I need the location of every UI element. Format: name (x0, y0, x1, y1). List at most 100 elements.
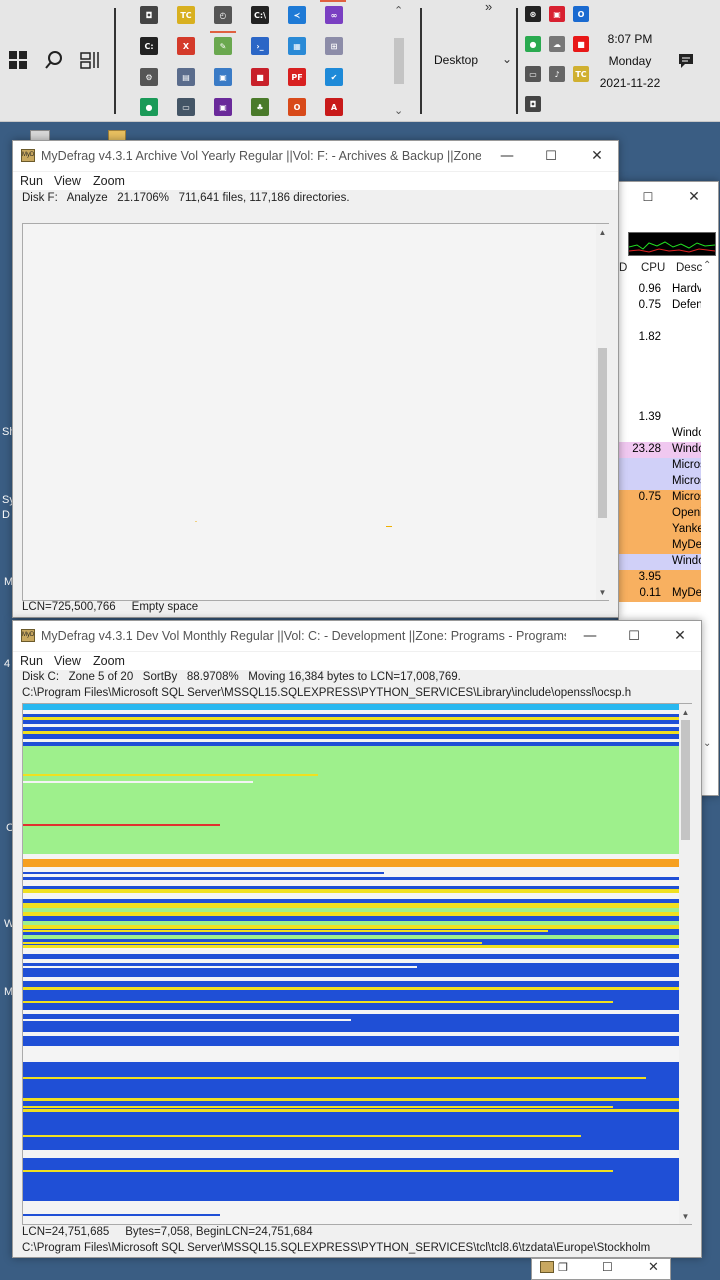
paint-icon[interactable]: ✎ (214, 37, 232, 55)
tree-app-icon[interactable]: ♣ (251, 98, 269, 116)
scroll-up-icon[interactable]: ▲ (596, 226, 609, 239)
process-row[interactable]: MyDe (619, 538, 701, 554)
scroll-down-icon[interactable]: ▼ (596, 586, 609, 599)
tm-scroll-down-icon[interactable]: ⌄ (703, 738, 711, 749)
scroll-thumb[interactable] (681, 720, 690, 840)
process-row[interactable]: Yanke (619, 522, 701, 538)
process-row[interactable]: Openi (619, 506, 701, 522)
control-panel-icon[interactable]: ▣ (214, 68, 232, 86)
column-header-description[interactable]: Desc (676, 262, 702, 274)
scroll-thumb[interactable] (394, 38, 404, 84)
menu-zoom[interactable]: Zoom (93, 654, 125, 668)
minimize-button[interactable]: — (484, 141, 530, 171)
process-row[interactable]: 0.96 Hardv (619, 282, 701, 298)
pdf-editor-icon[interactable]: PF (288, 68, 306, 86)
tray-camera-icon[interactable]: ◘ (525, 96, 541, 112)
console-icon[interactable]: C:\ (251, 6, 269, 24)
scroll-up-icon[interactable]: ⌃ (394, 4, 403, 17)
network-tool-icon[interactable]: ⊞ (325, 37, 343, 55)
menu-view[interactable]: View (54, 654, 81, 668)
maximize-icon[interactable]: ☐ (602, 1260, 613, 1274)
powershell-icon[interactable]: ›_ (251, 37, 269, 55)
minimized-window-thumbnail[interactable]: ❐ ☐ ✕ (531, 1258, 671, 1280)
visual-studio-icon[interactable]: ∞ (325, 6, 343, 24)
pinned-scrollbar[interactable]: ⌃ ⌄ (392, 0, 406, 122)
column-header-cpu[interactable]: CPU (641, 262, 665, 274)
vertical-scrollbar[interactable]: ▲ ▼ (679, 704, 692, 1224)
hyperv-icon[interactable]: ▣ (214, 98, 232, 116)
process-row[interactable]: Windo (619, 426, 701, 442)
tm-scroll-up-icon[interactable]: ⌃ (703, 260, 711, 271)
title-bar[interactable]: MyD MyDefrag v4.3.1 Archive Vol Yearly R… (13, 141, 618, 171)
acrobat-icon[interactable]: A (325, 98, 343, 116)
process-row[interactable]: 0.75 Micros (619, 490, 701, 506)
onedrive-icon[interactable]: ☁ (549, 36, 565, 52)
process-row[interactable]: Windo (619, 554, 701, 570)
vcxsrv-icon[interactable]: X (177, 37, 195, 55)
process-row[interactable] (619, 362, 701, 378)
red-app-icon[interactable]: ■ (251, 68, 269, 86)
process-row[interactable]: 1.39 (619, 410, 701, 426)
process-row[interactable]: 0.11 MyDe (619, 586, 701, 602)
process-row[interactable]: 0.75 Defen (619, 298, 701, 314)
chevron-down-icon[interactable]: ⌄ (502, 52, 512, 66)
volume-icon[interactable]: ♪ (549, 66, 565, 82)
desktop-toolbar-label[interactable]: Desktop (430, 53, 482, 67)
maximize-button[interactable]: ☐ (528, 141, 574, 171)
mydefrag-window-f[interactable]: MyD MyDefrag v4.3.1 Archive Vol Yearly R… (12, 140, 619, 618)
column-header-d[interactable]: D (619, 262, 627, 274)
command-prompt-icon[interactable]: C: (140, 37, 158, 55)
process-row[interactable] (619, 394, 701, 410)
restore-icon[interactable]: ❐ (558, 1261, 568, 1274)
clock-date[interactable]: 2021-11-22 (596, 76, 664, 90)
scroll-up-icon[interactable]: ▲ (679, 706, 692, 719)
overflow-chevron-icon[interactable]: » (485, 0, 492, 14)
scroll-thumb[interactable] (598, 348, 607, 518)
green-app-icon[interactable]: ● (140, 98, 158, 116)
menu-view[interactable]: View (54, 174, 81, 188)
task-view-button[interactable] (80, 50, 102, 72)
calculator-grid-icon[interactable]: ▦ (288, 37, 306, 55)
tray-tc-icon[interactable]: TC (573, 66, 589, 82)
clock-check-icon[interactable]: ◴ (214, 6, 232, 24)
close-button[interactable]: ✕ (574, 141, 620, 171)
clock-day[interactable]: Monday (598, 54, 662, 68)
process-row[interactable] (619, 314, 701, 330)
settings-icon[interactable]: ⚙ (140, 68, 158, 86)
menu-zoom[interactable]: Zoom (93, 174, 125, 188)
menu-run[interactable]: Run (20, 654, 43, 668)
office-icon[interactable]: O (288, 98, 306, 116)
maximize-button[interactable]: ☐ (625, 182, 671, 212)
process-row[interactable]: Micros (619, 474, 701, 490)
tray-stop-icon[interactable]: ■ (573, 36, 589, 52)
process-row[interactable] (619, 346, 701, 362)
start-button[interactable] (8, 50, 30, 72)
tray-outlook-icon[interactable]: O (573, 6, 589, 22)
vscode-icon[interactable]: ≺ (288, 6, 306, 24)
tray-red-icon[interactable]: ▣ (549, 6, 565, 22)
close-icon[interactable]: ✕ (648, 1259, 659, 1275)
camera-tool-icon[interactable]: ◘ (140, 6, 158, 24)
process-row[interactable] (619, 378, 701, 394)
scroll-down-icon[interactable]: ⌄ (394, 104, 403, 117)
close-button[interactable]: ✕ (671, 182, 717, 212)
mydefrag-window-c[interactable]: MyD MyDefrag v4.3.1 Dev Vol Monthly Regu… (12, 620, 702, 1258)
menu-run[interactable]: Run (20, 174, 43, 188)
network-icon[interactable]: ▭ (525, 66, 541, 82)
title-bar[interactable]: MyD MyDefrag v4.3.1 Dev Vol Monthly Regu… (13, 621, 701, 651)
tc-tool-icon[interactable]: TC (177, 6, 195, 24)
monitor-tool-icon[interactable]: ▭ (177, 98, 195, 116)
process-row[interactable]: 1.82 (619, 330, 701, 346)
close-button[interactable]: ✕ (657, 621, 703, 651)
process-row[interactable]: 3.95 (619, 570, 701, 586)
tray-green-owl-icon[interactable]: ● (525, 36, 541, 52)
vertical-scrollbar[interactable]: ▲ ▼ (596, 224, 609, 600)
tray-circle-icon[interactable]: ⊛ (525, 6, 541, 22)
process-row[interactable]: 23.28 Windo (619, 442, 701, 458)
checklist-icon[interactable]: ✔ (325, 68, 343, 86)
minimize-button[interactable]: — (567, 621, 613, 651)
clock-time[interactable]: 8:07 PM (598, 32, 662, 46)
maximize-button[interactable]: ☐ (611, 621, 657, 651)
action-center-button[interactable] (677, 52, 697, 70)
process-row[interactable]: Micros (619, 458, 701, 474)
